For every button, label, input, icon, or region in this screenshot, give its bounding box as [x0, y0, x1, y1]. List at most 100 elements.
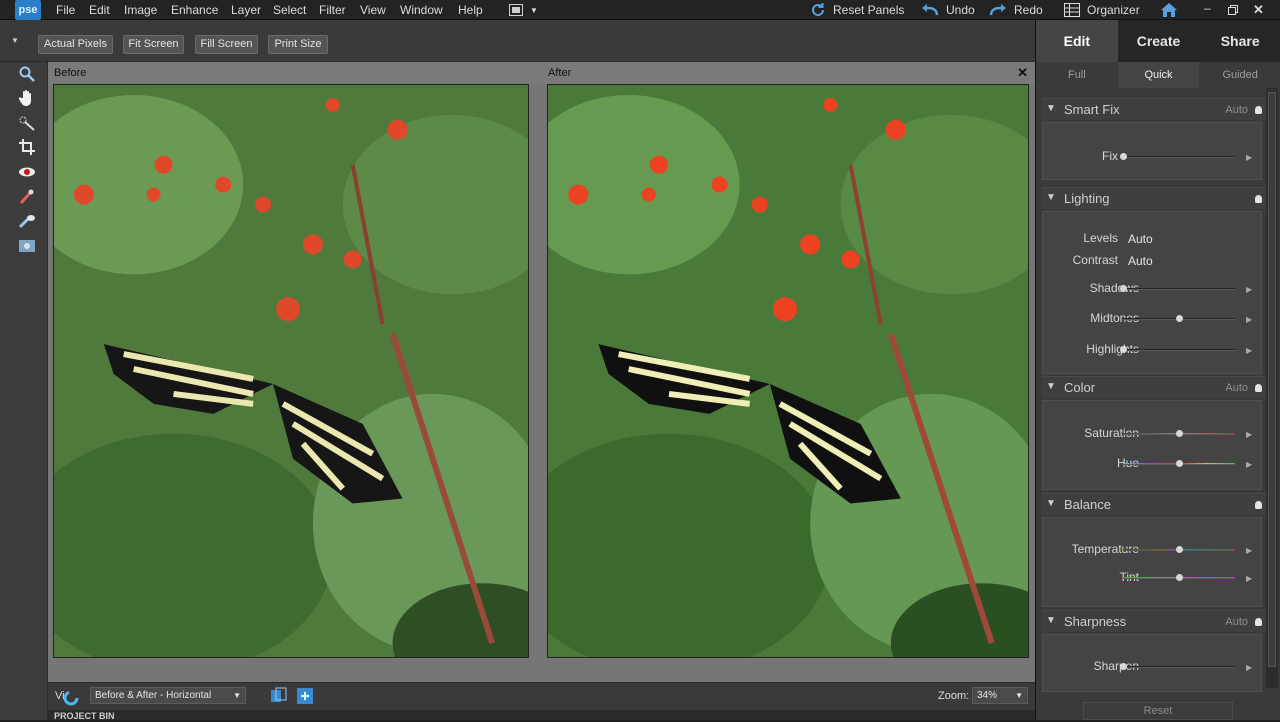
expand-arrow-icon[interactable]: ▶ [1246, 285, 1252, 294]
tab-edit[interactable]: Edit [1036, 20, 1118, 62]
menu-view[interactable]: View [360, 3, 386, 17]
lightbulb-icon[interactable] [1255, 106, 1262, 114]
expand-arrow-icon[interactable]: ▶ [1246, 153, 1252, 162]
view-mode-select[interactable]: Before & After - Horizontal ▼ [90, 687, 246, 704]
lightbulb-icon[interactable] [1255, 501, 1262, 509]
menu-image[interactable]: Image [124, 3, 157, 17]
tab-create[interactable]: Create [1117, 20, 1200, 62]
blue-sky-tool[interactable] [16, 212, 38, 232]
balance-title: Balance [1064, 497, 1111, 512]
project-bin-header[interactable]: PROJECT BIN [48, 710, 1035, 721]
whiten-teeth-tool[interactable] [16, 188, 38, 208]
smart-fix-header[interactable]: ▼ Smart Fix Auto [1042, 98, 1266, 120]
lightbulb-icon[interactable] [1255, 195, 1262, 203]
highlights-slider-thumb[interactable] [1120, 346, 1127, 353]
lighting-body: Levels Auto Contrast Auto Shadows ▶ Midt… [1042, 211, 1262, 374]
reset-button[interactable]: Reset [1083, 702, 1233, 720]
minimize-button[interactable]: – [1204, 1, 1211, 15]
zoom-select[interactable]: 34% ▼ [972, 687, 1028, 704]
expand-arrow-icon[interactable]: ▶ [1246, 546, 1252, 555]
temperature-slider-thumb[interactable] [1176, 546, 1183, 553]
menu-help[interactable]: Help [458, 3, 483, 17]
expand-arrow-icon[interactable]: ▶ [1246, 460, 1252, 469]
saturation-slider-thumb[interactable] [1176, 430, 1183, 437]
balance-header[interactable]: ▼ Balance [1042, 493, 1266, 515]
saturation-slider[interactable] [1123, 430, 1235, 437]
color-auto-button[interactable]: Auto [1225, 382, 1248, 394]
midtones-slider[interactable] [1123, 315, 1235, 322]
organizer-button[interactable]: Organizer [1064, 0, 1140, 20]
menu-edit[interactable]: Edit [89, 3, 110, 17]
before-image[interactable] [53, 84, 529, 658]
reset-panels-button[interactable]: Reset Panels [810, 0, 904, 20]
sharpness-header[interactable]: ▼ Sharpness Auto [1042, 610, 1266, 632]
tab-guided[interactable]: Guided [1199, 62, 1280, 88]
quick-selection-tool[interactable] [16, 114, 38, 134]
close-window-button[interactable]: ✕ [1253, 0, 1264, 20]
sharpen-slider[interactable] [1120, 663, 1235, 670]
menu-file[interactable]: File [56, 3, 75, 17]
fix-slider[interactable] [1120, 153, 1235, 160]
redo-button[interactable]: Redo [989, 0, 1043, 20]
sharpness-auto-button[interactable]: Auto [1225, 616, 1248, 628]
temperature-slider[interactable] [1123, 546, 1235, 553]
fit-screen-button[interactable]: Fit Screen [123, 35, 184, 54]
shadows-slider-thumb[interactable] [1120, 285, 1127, 292]
collapse-arrow-icon: ▼ [1046, 192, 1056, 203]
midtones-slider-thumb[interactable] [1176, 315, 1183, 322]
lighting-header[interactable]: ▼ Lighting [1042, 187, 1266, 209]
red-eye-tool[interactable] [16, 163, 38, 183]
restore-button[interactable] [1228, 0, 1238, 20]
expand-arrow-icon[interactable]: ▶ [1246, 315, 1252, 324]
lightbulb-icon[interactable] [1255, 618, 1262, 626]
hue-slider[interactable] [1123, 460, 1235, 467]
panel-scrollbar[interactable] [1266, 88, 1278, 688]
swap-views-icon[interactable] [270, 687, 288, 708]
crop-tool[interactable] [16, 138, 38, 158]
after-image[interactable] [547, 84, 1029, 658]
collapse-arrow-icon: ▼ [1046, 381, 1056, 392]
home-button[interactable] [1160, 0, 1178, 20]
lightbulb-icon[interactable] [1255, 384, 1262, 392]
fix-slider-thumb[interactable] [1120, 153, 1127, 160]
home-icon [1160, 2, 1178, 18]
sharpen-slider-thumb[interactable] [1120, 663, 1127, 670]
sync-views-icon[interactable] [296, 687, 314, 708]
options-menu-icon[interactable]: ▼ [11, 36, 19, 45]
zoom-tool[interactable] [16, 65, 38, 85]
menu-window[interactable]: Window [400, 3, 443, 17]
close-after-icon[interactable]: ✕ [1017, 65, 1028, 81]
expand-arrow-icon[interactable]: ▶ [1246, 346, 1252, 355]
menu-layer[interactable]: Layer [231, 3, 261, 17]
highlights-slider[interactable] [1120, 346, 1235, 353]
shadows-slider[interactable] [1120, 285, 1235, 292]
panel-scrollbar-thumb[interactable] [1268, 92, 1276, 667]
balance-body: Temperature ▶ Tint ▶ [1042, 517, 1262, 607]
tab-share[interactable]: Share [1199, 20, 1280, 62]
expand-arrow-icon[interactable]: ▶ [1246, 430, 1252, 439]
quick-selection-icon [18, 115, 36, 134]
arrange-button[interactable]: ▼ [509, 0, 538, 20]
tab-quick[interactable]: Quick [1117, 62, 1200, 88]
hand-tool[interactable] [16, 89, 38, 109]
undo-button[interactable]: Undo [921, 0, 975, 20]
expand-arrow-icon[interactable]: ▶ [1246, 663, 1252, 672]
smart-fix-title: Smart Fix [1064, 102, 1120, 117]
texture-tool[interactable] [16, 237, 38, 257]
menu-filter[interactable]: Filter [319, 3, 346, 17]
smart-fix-auto-button[interactable]: Auto [1225, 104, 1248, 116]
menu-select[interactable]: Select [273, 3, 306, 17]
tint-slider-thumb[interactable] [1176, 574, 1183, 581]
print-size-button[interactable]: Print Size [268, 35, 328, 54]
levels-auto-button[interactable]: Auto [1128, 232, 1153, 246]
actual-pixels-button[interactable]: Actual Pixels [38, 35, 113, 54]
tint-slider[interactable] [1123, 574, 1235, 581]
color-header[interactable]: ▼ Color Auto [1042, 376, 1266, 398]
fill-screen-button[interactable]: Fill Screen [195, 35, 258, 54]
contrast-auto-button[interactable]: Auto [1128, 254, 1153, 268]
tab-full[interactable]: Full [1036, 62, 1118, 88]
menu-enhance[interactable]: Enhance [171, 3, 218, 17]
expand-arrow-icon[interactable]: ▶ [1246, 574, 1252, 583]
reset-panels-label: Reset Panels [833, 3, 905, 17]
hue-slider-thumb[interactable] [1176, 460, 1183, 467]
